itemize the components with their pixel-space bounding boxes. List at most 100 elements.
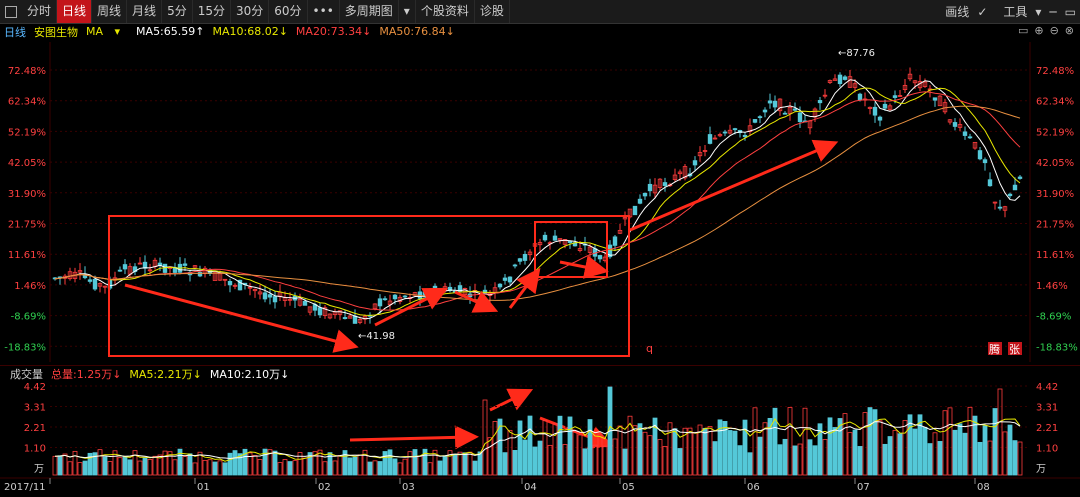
volume-bar [62,453,68,476]
volume-bar [577,434,583,476]
candle-body [497,283,503,288]
volume-bar [202,459,208,476]
volume-bar [822,439,828,476]
volume-bar [987,440,993,476]
volume-bar [527,415,533,476]
volume-bar [1012,440,1018,476]
volume-bar [862,412,868,476]
volume-bar [277,462,283,476]
price-label-left: 21.75% [8,220,46,231]
candle-body [267,294,273,298]
volume-bar [372,460,378,476]
badge-teng[interactable]: 腾 [989,342,1000,356]
candle-body [502,277,508,281]
volume-bar [922,426,928,476]
volume-bar [102,456,108,476]
candle-body [752,119,758,123]
volume-bar [557,415,563,476]
volume-bar [942,410,948,476]
x-axis-label: 01 [197,482,210,493]
candle-body [932,97,938,101]
volume-bar [82,460,88,476]
volume-bar [272,450,278,476]
price-label-left: -18.83% [4,342,46,353]
volume-bar [532,446,538,476]
volume-bar [912,428,918,476]
volume-bar [132,450,138,476]
x-axis-label: 05 [622,482,635,493]
volume-label-right: 1.10 [1036,444,1058,455]
volume-bar [472,460,478,476]
volume-bar [1007,424,1013,476]
volume-bar [617,425,623,476]
volume-bar [657,439,663,476]
price-label-right: 62.34% [1036,97,1074,108]
volume-bar [72,450,78,476]
candle-body [517,258,523,262]
price-label-right: -8.69% [1036,312,1071,323]
volume-bar [97,449,103,476]
volume-bar [67,461,73,476]
candle-body [637,198,643,204]
volume-bar [727,430,733,476]
volume-bar [427,462,433,476]
volume-bar [332,460,338,476]
candle-body [92,278,98,290]
candle-body [782,112,788,115]
volume-bar [107,461,113,476]
candle-body [797,112,803,123]
price-label-right: -18.83% [1036,342,1078,353]
volume-bar [712,441,718,476]
candle-body [882,103,888,109]
price-label-left: 72.48% [8,66,46,77]
volume-bar [477,451,483,476]
volume-bar [137,460,143,476]
price-label-left: 1.46% [14,281,46,292]
volume-bar [302,457,308,476]
volume-bar [702,427,708,476]
candle-body [962,131,968,136]
volume-bar [867,407,873,476]
volume-bar [572,431,578,476]
volume-bar [962,432,968,476]
volume-bar [642,431,648,476]
candle-body [512,264,518,267]
volume-label-left: 2.21 [24,423,46,434]
candle-body [87,279,93,282]
candle-body [792,108,798,111]
volume-bar [487,437,493,476]
candle-body [377,298,383,307]
high-price-annotation: ←87.76 [838,48,875,59]
volume-bar [622,448,628,476]
price-label-left: 52.19% [8,127,46,138]
candle-body [542,234,548,241]
volume-bar [467,451,473,476]
x-axis-label: 08 [977,482,990,493]
volume-bar [582,448,588,476]
volume-bar [187,453,193,476]
volume-bar [57,455,63,476]
candle-body [432,285,438,291]
volume-bar [482,399,488,476]
volume-bar [382,451,388,476]
volume-bar [507,429,513,476]
candle-body [647,183,653,192]
price-label-right: 31.90% [1036,189,1074,200]
candle-body [262,292,268,300]
candle-body [507,276,513,283]
volume-bar [232,450,238,476]
low-price-annotation: ←41.98 [358,331,395,342]
volume-bar [672,428,678,476]
candle-body [612,236,618,246]
volume-bar [282,459,288,476]
volume-bar [967,406,973,476]
candlestick-chart[interactable]: 72.48% 72.48% 62.34% 62.34% 52.19% 52.19% 42.0… [0,0,1080,497]
volume-bar [872,409,878,476]
q-marker: q [646,342,653,355]
x-axis-label: 02 [318,482,331,493]
volume-bar [892,429,898,476]
badge-zhang[interactable]: 张 [1009,343,1020,356]
volume-bar [117,457,123,476]
volume-bar [397,462,403,476]
volume-bar [757,436,763,476]
